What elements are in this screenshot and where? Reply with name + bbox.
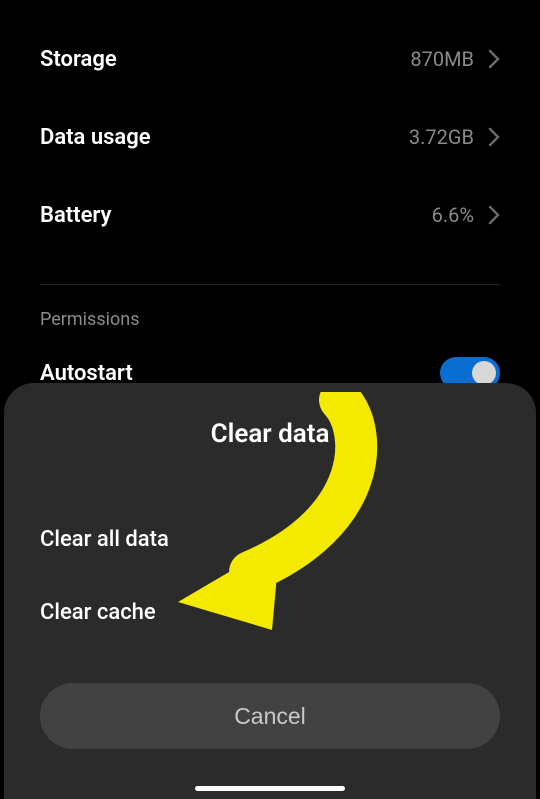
row-right: 870MB [410, 47, 500, 71]
cancel-button[interactable]: Cancel [40, 683, 500, 749]
chevron-right-icon [488, 205, 500, 225]
clear-data-sheet: Clear data Clear all data Clear cache Ca… [4, 383, 536, 799]
row-right: 3.72GB [409, 125, 500, 149]
toggle-knob [472, 361, 496, 385]
permissions-header: Permissions [40, 309, 500, 330]
data-usage-label: Data usage [40, 125, 151, 150]
clear-all-data-option[interactable]: Clear all data [40, 503, 500, 576]
autostart-label: Autostart [40, 361, 133, 386]
battery-label: Battery [40, 203, 111, 228]
row-right: 6.6% [432, 203, 500, 227]
clear-cache-option[interactable]: Clear cache [40, 576, 500, 649]
battery-value: 6.6% [432, 203, 474, 227]
divider [40, 284, 500, 285]
home-indicator[interactable] [195, 786, 345, 791]
storage-value: 870MB [410, 47, 474, 71]
battery-row[interactable]: Battery 6.6% [40, 176, 500, 254]
storage-label: Storage [40, 47, 117, 72]
chevron-right-icon [488, 49, 500, 69]
data-usage-value: 3.72GB [409, 125, 474, 149]
data-usage-row[interactable]: Data usage 3.72GB [40, 98, 500, 176]
storage-row[interactable]: Storage 870MB [40, 20, 500, 98]
sheet-title: Clear data [40, 419, 500, 449]
chevron-right-icon [488, 127, 500, 147]
settings-list: Storage 870MB Data usage 3.72GB Battery … [0, 0, 540, 398]
